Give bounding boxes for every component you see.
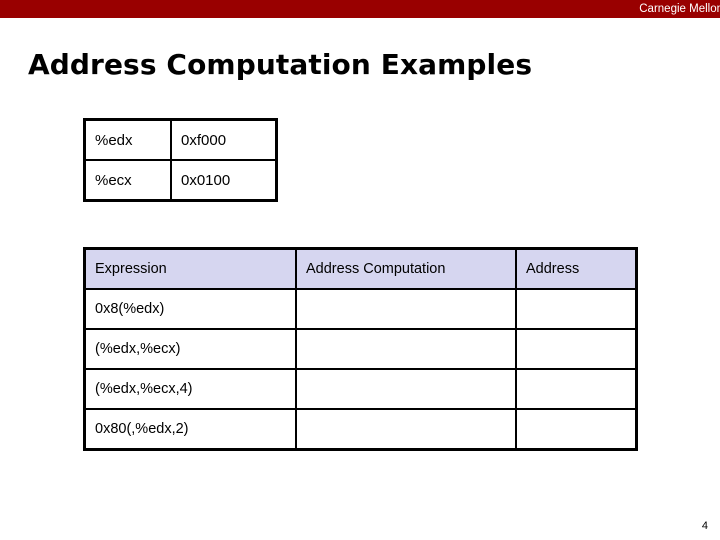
expression-cell: (%edx,%ecx) — [83, 328, 297, 370]
expression-cell: 0x80(,%edx,2) — [83, 408, 297, 451]
address-cell — [515, 288, 638, 330]
page-title: Address Computation Examples — [28, 48, 533, 81]
register-name-cell: %ecx — [83, 159, 172, 202]
expression-table-header: Expression Address Computation Address — [83, 247, 638, 290]
table-header-row: Expression Address Computation Address — [83, 247, 638, 290]
register-name-cell: %edx — [83, 118, 172, 161]
address-computation-cell — [295, 288, 517, 330]
register-value-cell: 0x0100 — [170, 159, 278, 202]
register-value-cell: 0xf000 — [170, 118, 278, 161]
table-row: 0x8(%edx) — [83, 288, 638, 330]
register-table-body: %edx 0xf000 %ecx 0x0100 — [83, 118, 278, 202]
table-row: (%edx,%ecx) — [83, 328, 638, 370]
institution-name: Carnegie Mellon — [639, 3, 720, 15]
expression-cell: 0x8(%edx) — [83, 288, 297, 330]
address-computation-cell — [295, 368, 517, 410]
column-header-address-computation: Address Computation — [295, 247, 517, 290]
address-computation-table: Expression Address Computation Address 0… — [83, 247, 638, 451]
table-row: (%edx,%ecx,4) — [83, 368, 638, 410]
address-computation-cell — [295, 328, 517, 370]
page-number: 4 — [701, 520, 708, 532]
column-header-address: Address — [515, 247, 638, 290]
address-cell — [515, 328, 638, 370]
table-row: %ecx 0x0100 — [83, 159, 278, 202]
brand-banner: Carnegie Mellon — [0, 0, 720, 18]
register-values-table: %edx 0xf000 %ecx 0x0100 — [83, 118, 278, 202]
expression-cell: (%edx,%ecx,4) — [83, 368, 297, 410]
address-computation-cell — [295, 408, 517, 451]
address-cell — [515, 408, 638, 451]
expression-table-body: 0x8(%edx) (%edx,%ecx) (%edx,%ecx,4) 0x80… — [83, 288, 638, 451]
table-row: 0x80(,%edx,2) — [83, 408, 638, 451]
address-cell — [515, 368, 638, 410]
table-row: %edx 0xf000 — [83, 118, 278, 161]
column-header-expression: Expression — [83, 247, 297, 290]
